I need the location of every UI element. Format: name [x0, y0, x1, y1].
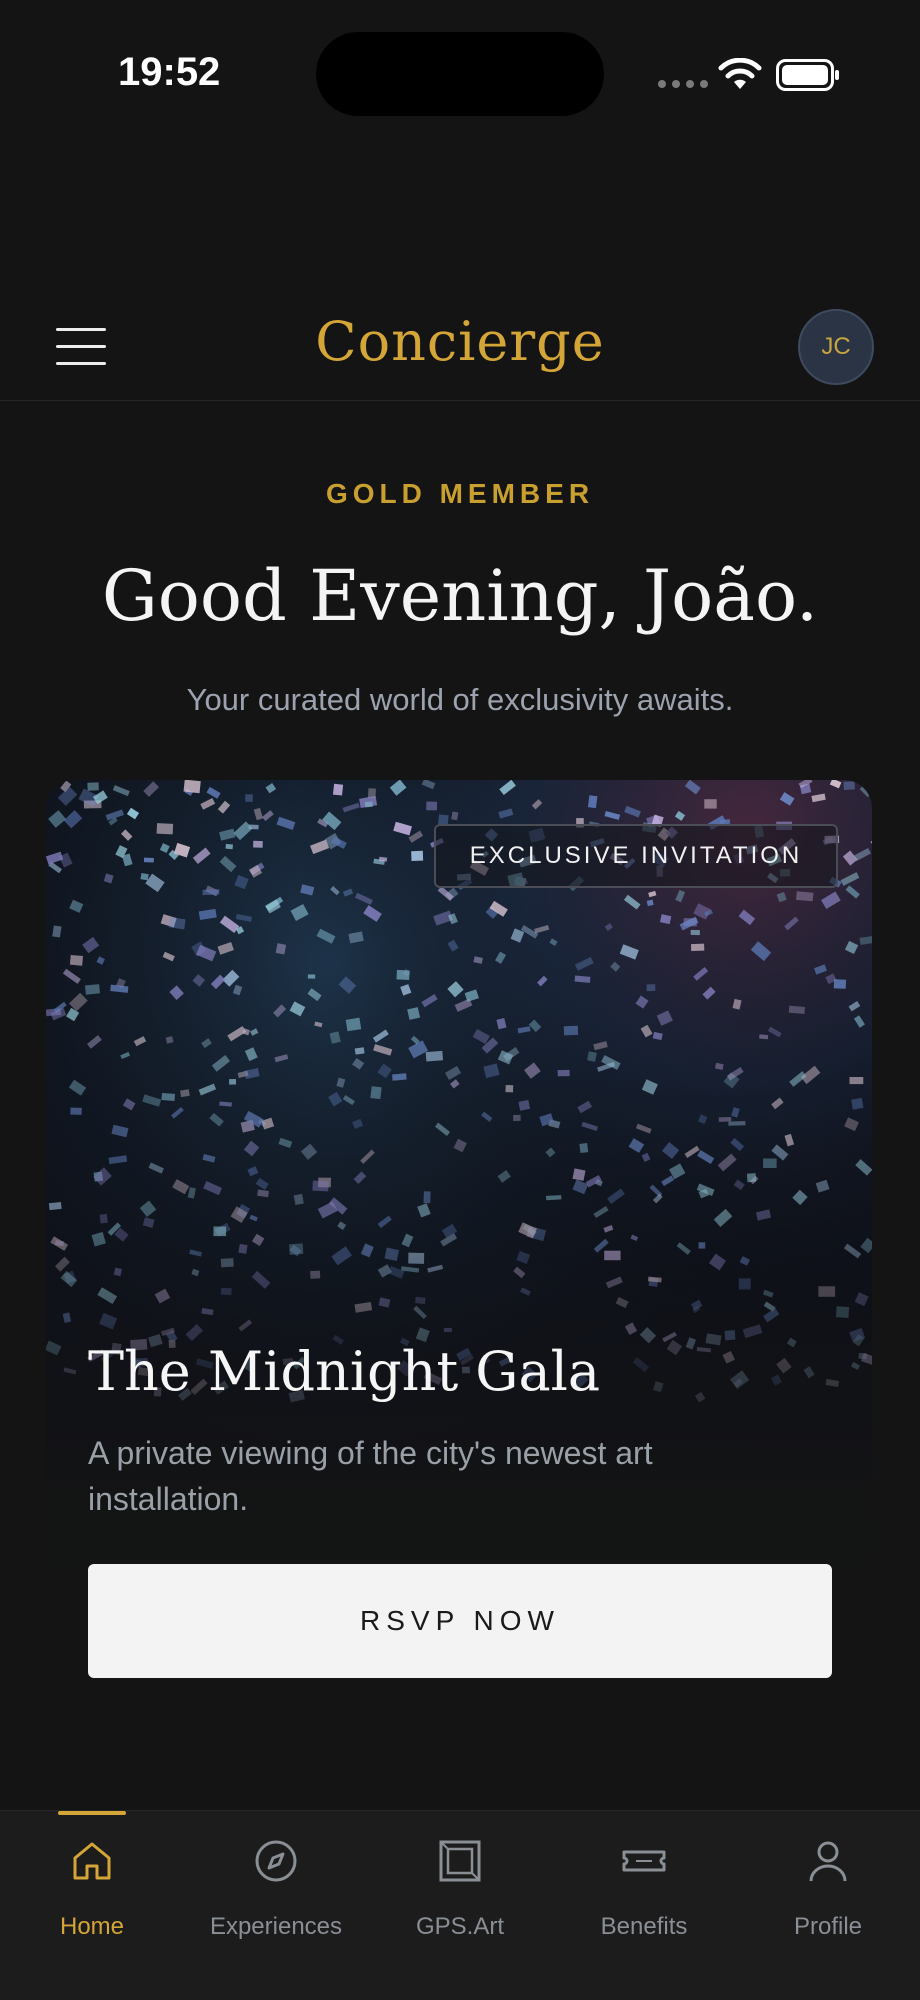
- event-title: The Midnight Gala: [88, 1340, 601, 1403]
- battery-icon: [776, 59, 839, 91]
- featured-event-card[interactable]: EXCLUSIVE INVITATION: [46, 780, 872, 1690]
- active-tab-indicator: [58, 1811, 126, 1815]
- greeting-subtitle: Your curated world of exclusivity awaits…: [186, 682, 734, 717]
- person-icon: [809, 1841, 847, 1882]
- home-icon: [73, 1842, 111, 1880]
- tab-benefits[interactable]: Benefits: [552, 1811, 736, 2000]
- compass-icon: [255, 1840, 297, 1882]
- tab-label-profile: Profile: [793, 1913, 863, 1940]
- tab-experiences[interactable]: Experiences: [184, 1811, 368, 2000]
- greeting-title: Good Evening, João.: [101, 555, 819, 637]
- event-description: A private viewing of the city's newest a…: [88, 1435, 653, 1517]
- tab-home[interactable]: Home: [0, 1811, 184, 2000]
- dynamic-island: [316, 32, 604, 116]
- status-time: 19:52: [118, 50, 221, 94]
- app-header: Concierge JC: [0, 300, 920, 401]
- confetti-background-image: [46, 780, 872, 1690]
- tab-label-gps-art: GPS.Art: [415, 1913, 505, 1940]
- tab-gps-art[interactable]: GPS.Art: [368, 1811, 552, 2000]
- app-brand-title: Concierge: [315, 310, 605, 373]
- tab-label-benefits: Benefits: [600, 1913, 688, 1940]
- wifi-icon: [718, 58, 762, 89]
- rsvp-button[interactable]: RSVP NOW: [88, 1564, 832, 1678]
- tab-label-experiences: Experiences: [209, 1913, 343, 1940]
- cellular-signal-icon: [658, 80, 708, 88]
- tab-profile[interactable]: Profile: [736, 1811, 920, 2000]
- membership-tier: GOLD MEMBER: [325, 478, 595, 509]
- ticket-icon: [622, 1850, 666, 1872]
- bottom-tab-bar: Home Experiences GPS.Art Benefits Profil…: [0, 1810, 920, 2000]
- avatar[interactable]: JC: [798, 309, 874, 385]
- status-bar: 19:52: [0, 0, 920, 150]
- frame-icon: [439, 1840, 481, 1882]
- exclusive-invitation-badge: EXCLUSIVE INVITATION: [434, 824, 838, 888]
- home-screen: 19:52 Concierge JC GOLD MEMBER Good Even…: [0, 0, 920, 2000]
- tab-label-home: Home: [59, 1913, 125, 1940]
